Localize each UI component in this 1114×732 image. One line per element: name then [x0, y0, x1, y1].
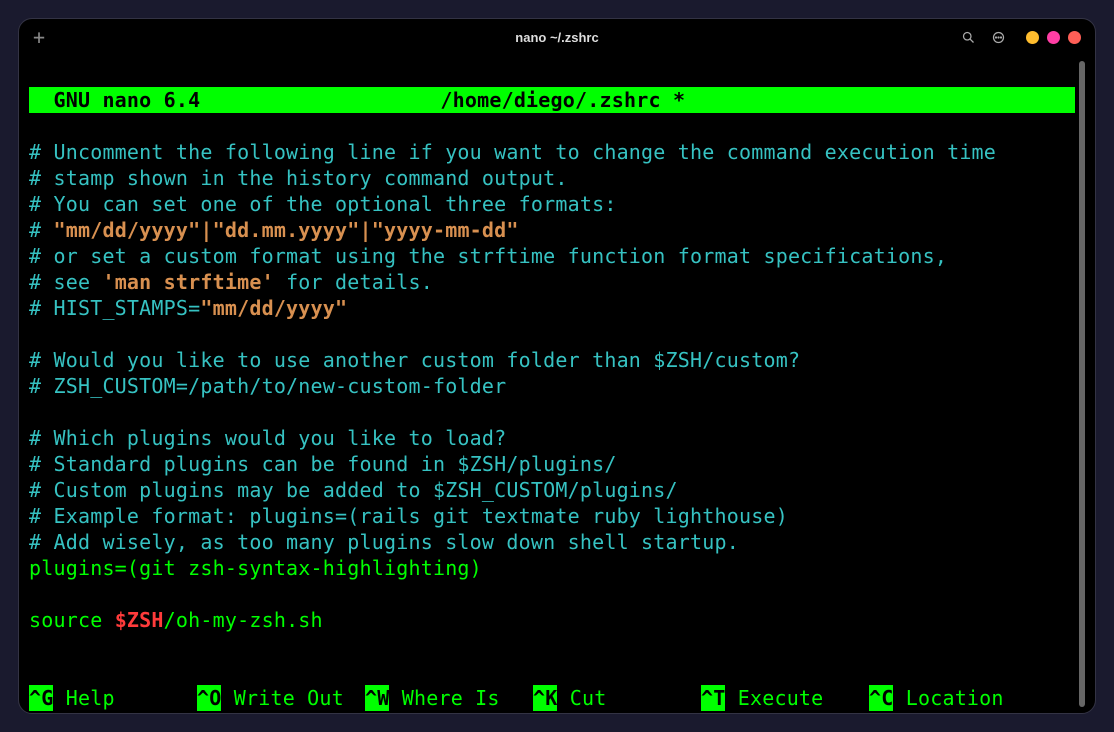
shortcut-item: ^G Help — [29, 685, 197, 711]
shortcut-label: Where Is — [389, 686, 499, 710]
editor-line: # Add wisely, as too many plugins slow d… — [29, 530, 739, 554]
shortcut-key: ^W — [365, 685, 389, 711]
editor-line: # You can set one of the optional three … — [29, 192, 617, 216]
editor-line: # ZSH_CUSTOM=/path/to/new-custom-folder — [29, 374, 506, 398]
titlebar: + nano ~/.zshrc — [19, 19, 1095, 55]
shortcut-item: ^W Where Is — [365, 685, 533, 711]
editor-line: # Uncomment the following line if you wa… — [29, 140, 996, 164]
editor-line: # HIST_STAMPS="mm/dd/yyyy" — [29, 296, 347, 320]
shortcut-row: ^G Help^O Write Out^W Where Is^K Cut^T E… — [29, 685, 1075, 711]
source-line: source $ZSH/oh-my-zsh.sh — [29, 608, 323, 632]
traffic-close[interactable] — [1068, 31, 1081, 44]
hist-stamps-literal: "mm/dd/yyyy" — [200, 296, 347, 320]
shortcut-key: ^K — [533, 685, 557, 711]
window-title: nano ~/.zshrc — [515, 30, 598, 45]
editor-line: # Example format: plugins=(rails git tex… — [29, 504, 788, 528]
nano-version: GNU nano 6.4 — [29, 87, 200, 113]
menu-icon[interactable] — [990, 29, 1006, 45]
shortcut-label: Write Out — [221, 686, 343, 710]
nano-file: /home/diego/.zshrc * — [440, 87, 685, 113]
shortcut-item: ^O Write Out — [197, 685, 365, 711]
shortcut-label: Cut — [557, 686, 606, 710]
terminal-content[interactable]: GNU nano 6.4/home/diego/.zshrc * # Uncom… — [29, 61, 1075, 707]
date-format-literal: "mm/dd/yyyy"|"dd.mm.yyyy"|"yyyy-mm-dd" — [53, 218, 518, 242]
shortcut-key: ^O — [197, 685, 221, 711]
titlebar-right — [960, 29, 1081, 45]
terminal-window: + nano ~/.zshrc GNU nano 6.4/home/diego/… — [18, 18, 1096, 714]
shortcut-label: Location — [893, 686, 1003, 710]
editor-line: # Which plugins would you like to load? — [29, 426, 506, 450]
shortcut-item: ^T Execute — [701, 685, 869, 711]
nano-header: GNU nano 6.4/home/diego/.zshrc * — [29, 87, 1075, 113]
new-tab-button[interactable]: + — [33, 25, 45, 49]
shortcut-item: ^K Cut — [533, 685, 701, 711]
editor-line: # Custom plugins may be added to $ZSH_CU… — [29, 478, 678, 502]
search-icon[interactable] — [960, 29, 976, 45]
plugins-line: plugins=(git zsh-syntax-highlighting) — [29, 556, 482, 580]
shortcut-key: ^G — [29, 685, 53, 711]
shortcut-label: Help — [53, 686, 114, 710]
shortcut-key: ^C — [869, 685, 893, 711]
shortcut-key: ^T — [701, 685, 725, 711]
man-strftime-literal: 'man strftime' — [102, 270, 273, 294]
scrollbar[interactable] — [1079, 61, 1085, 707]
shortcut-label: Execute — [725, 686, 823, 710]
traffic-lights — [1026, 31, 1081, 44]
editor-blank — [29, 634, 41, 658]
traffic-minimize[interactable] — [1026, 31, 1039, 44]
shortcut-item: ^C Location — [869, 685, 1037, 711]
editor-line: # or set a custom format using the strft… — [29, 244, 947, 268]
editor-line: # Standard plugins can be found in $ZSH/… — [29, 452, 617, 476]
editor-line: # "mm/dd/yyyy"|"dd.mm.yyyy"|"yyyy-mm-dd" — [29, 218, 519, 242]
editor-line: # Would you like to use another custom f… — [29, 348, 800, 372]
editor-blank — [29, 660, 41, 684]
editor-line: # see 'man strftime' for details. — [29, 270, 433, 294]
zsh-var: $ZSH — [115, 608, 164, 632]
terminal-body[interactable]: GNU nano 6.4/home/diego/.zshrc * # Uncom… — [19, 55, 1095, 713]
traffic-maximize[interactable] — [1047, 31, 1060, 44]
editor-line: # stamp shown in the history command out… — [29, 166, 568, 190]
